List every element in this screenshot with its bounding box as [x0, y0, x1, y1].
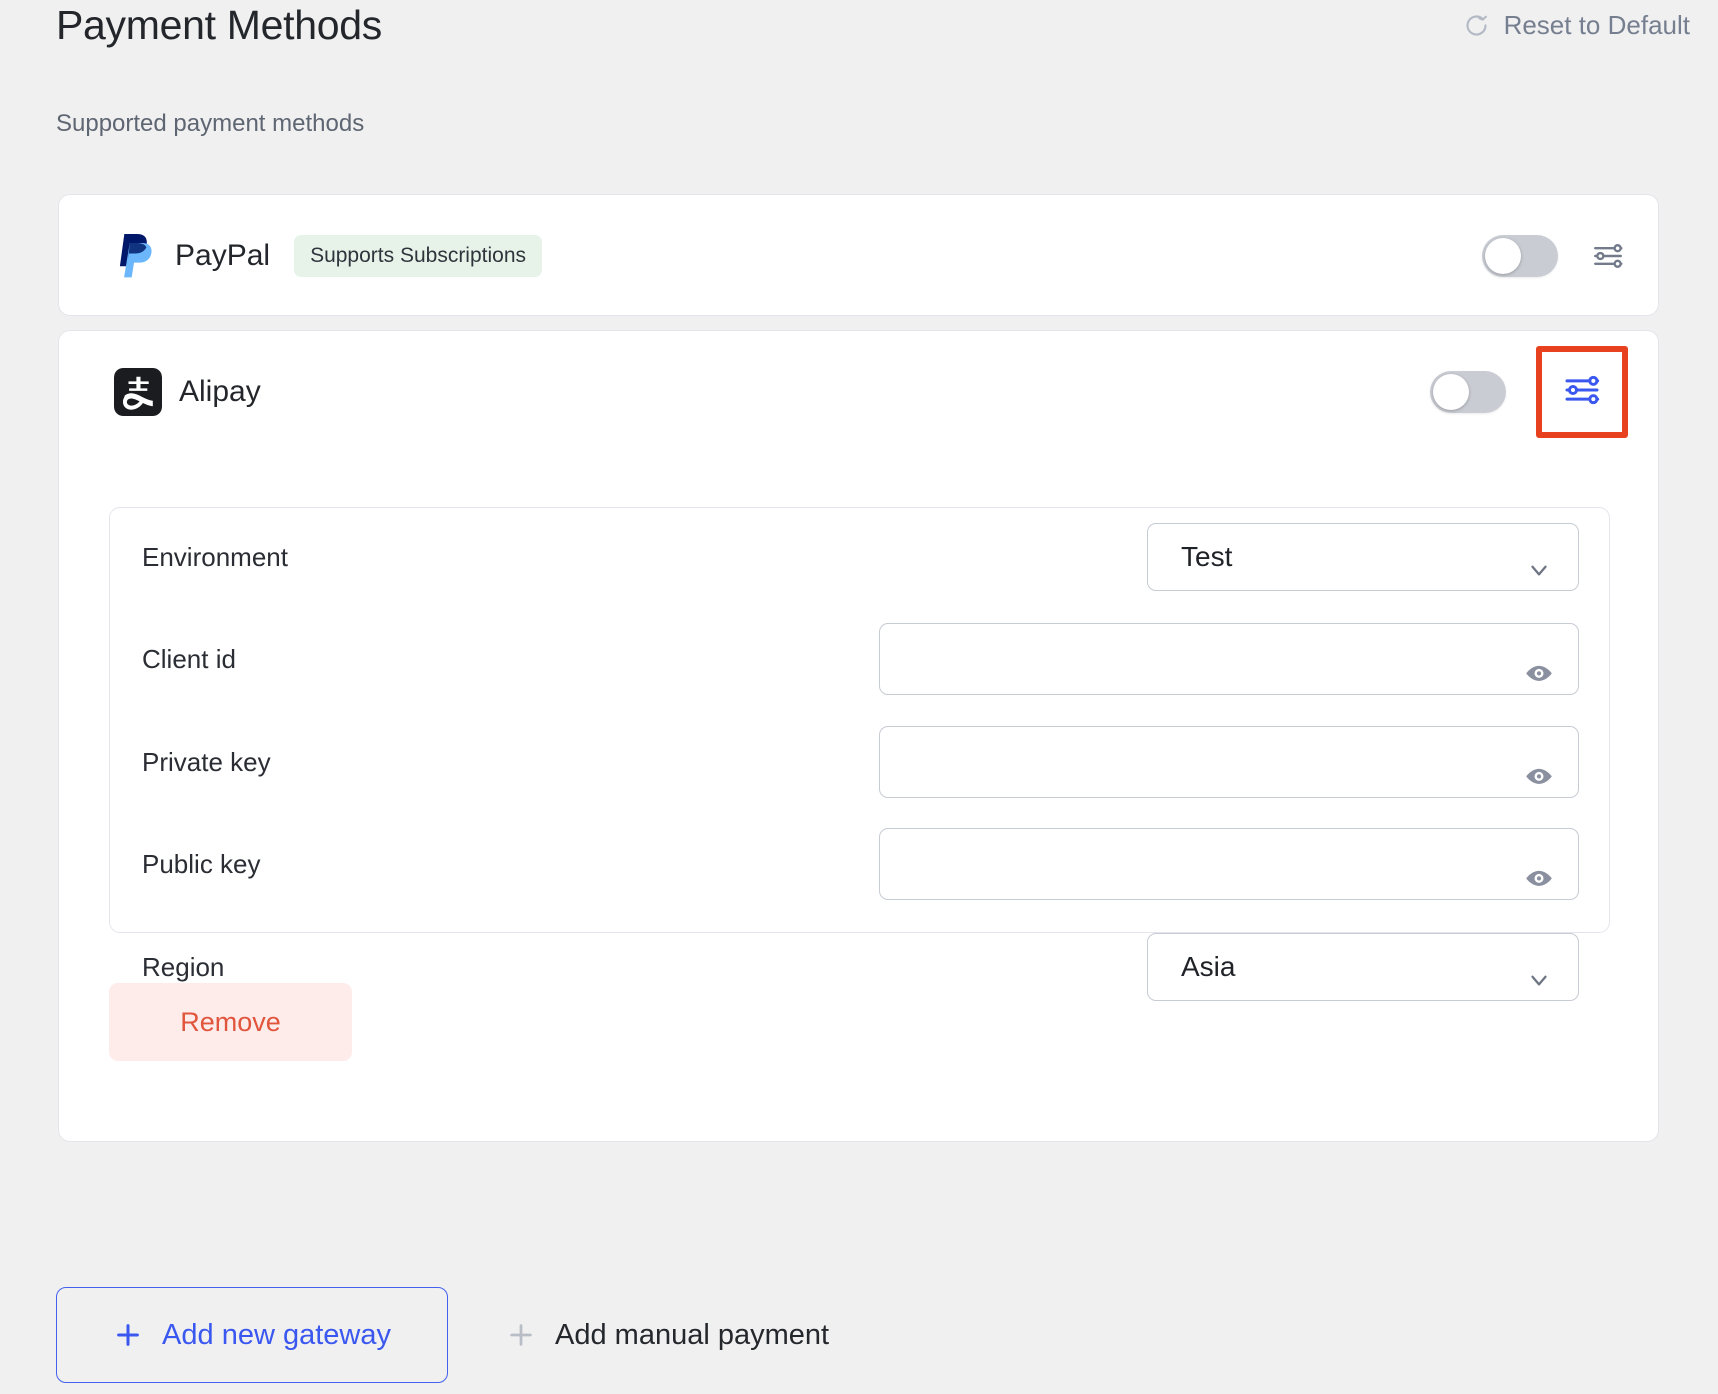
field-label-environment: Environment — [142, 541, 288, 572]
page-title: Payment Methods — [56, 2, 382, 48]
add-new-gateway-button[interactable]: Add new gateway — [56, 1287, 448, 1383]
gateway-controls-paypal — [1482, 195, 1628, 317]
add-new-gateway-label: Add new gateway — [162, 1318, 391, 1351]
field-label-region: Region — [142, 951, 225, 982]
gateway-card-alipay: Alipay Environment Test Client id Privat… — [58, 330, 1659, 1142]
gateway-header-alipay: Alipay — [59, 331, 1658, 453]
add-manual-payment-label: Add manual payment — [555, 1318, 830, 1351]
plus-icon — [113, 1320, 143, 1350]
gateway-name-label: Alipay — [179, 375, 261, 408]
gateway-settings-button-paypal[interactable] — [1588, 236, 1628, 276]
remove-gateway-button[interactable]: Remove — [109, 983, 352, 1061]
region-select[interactable]: Asia — [1147, 933, 1579, 1001]
reset-to-default-button[interactable]: Reset to Default — [1463, 10, 1690, 41]
refresh-icon — [1463, 12, 1490, 39]
environment-select-value: Test — [1181, 541, 1233, 572]
environment-select[interactable]: Test — [1147, 523, 1579, 591]
field-label-public-key: Public key — [142, 848, 261, 879]
gateway-header-paypal: PayPal Supports Subscriptions — [59, 195, 1658, 317]
section-subtitle: Supported payment methods — [56, 110, 365, 137]
sliders-icon — [1591, 239, 1625, 273]
gateway-card-paypal: PayPal Supports Subscriptions — [58, 194, 1659, 316]
client-id-input[interactable] — [906, 642, 1506, 676]
gateway-identity-paypal: PayPal Supports Subscriptions — [114, 231, 543, 281]
field-row-private-key: Private key — [110, 726, 1609, 798]
client-id-input-wrapper — [879, 623, 1579, 695]
supports-subscriptions-badge: Supports Subscriptions — [294, 235, 543, 277]
payment-methods-page: Payment Methods Reset to Default Support… — [0, 0, 1718, 1394]
toggle-knob — [1433, 374, 1469, 410]
gateway-toggle-alipay[interactable] — [1430, 371, 1506, 413]
gateway-controls-alipay — [1430, 331, 1628, 453]
alipay-settings-panel: Environment Test Client id Private key P… — [109, 507, 1610, 1001]
field-label-private-key: Private key — [142, 746, 271, 777]
sliders-icon — [1562, 370, 1602, 415]
add-manual-payment-button[interactable]: Add manual payment — [502, 1309, 833, 1362]
plus-icon — [506, 1320, 536, 1350]
field-row-environment: Environment Test — [110, 523, 1609, 591]
gateway-settings-button-alipay[interactable] — [1536, 346, 1628, 438]
field-row-client-id: Client id — [110, 623, 1609, 695]
field-label-client-id: Client id — [142, 643, 236, 674]
region-select-value: Asia — [1181, 951, 1236, 982]
public-key-input[interactable] — [906, 847, 1506, 881]
paypal-logo-icon — [114, 231, 158, 281]
toggle-knob — [1485, 238, 1521, 274]
reset-to-default-label: Reset to Default — [1503, 10, 1690, 40]
gateway-toggle-paypal[interactable] — [1482, 235, 1558, 277]
alipay-logo-icon — [114, 368, 162, 416]
footer-actions: Add new gateway Add manual payment — [56, 1287, 833, 1383]
private-key-input[interactable] — [906, 745, 1506, 779]
field-row-public-key: Public key — [110, 828, 1609, 900]
gateway-identity-alipay: Alipay — [114, 368, 261, 416]
gateway-name-label: PayPal — [175, 239, 271, 272]
private-key-input-wrapper — [879, 726, 1579, 798]
public-key-input-wrapper — [879, 828, 1579, 900]
